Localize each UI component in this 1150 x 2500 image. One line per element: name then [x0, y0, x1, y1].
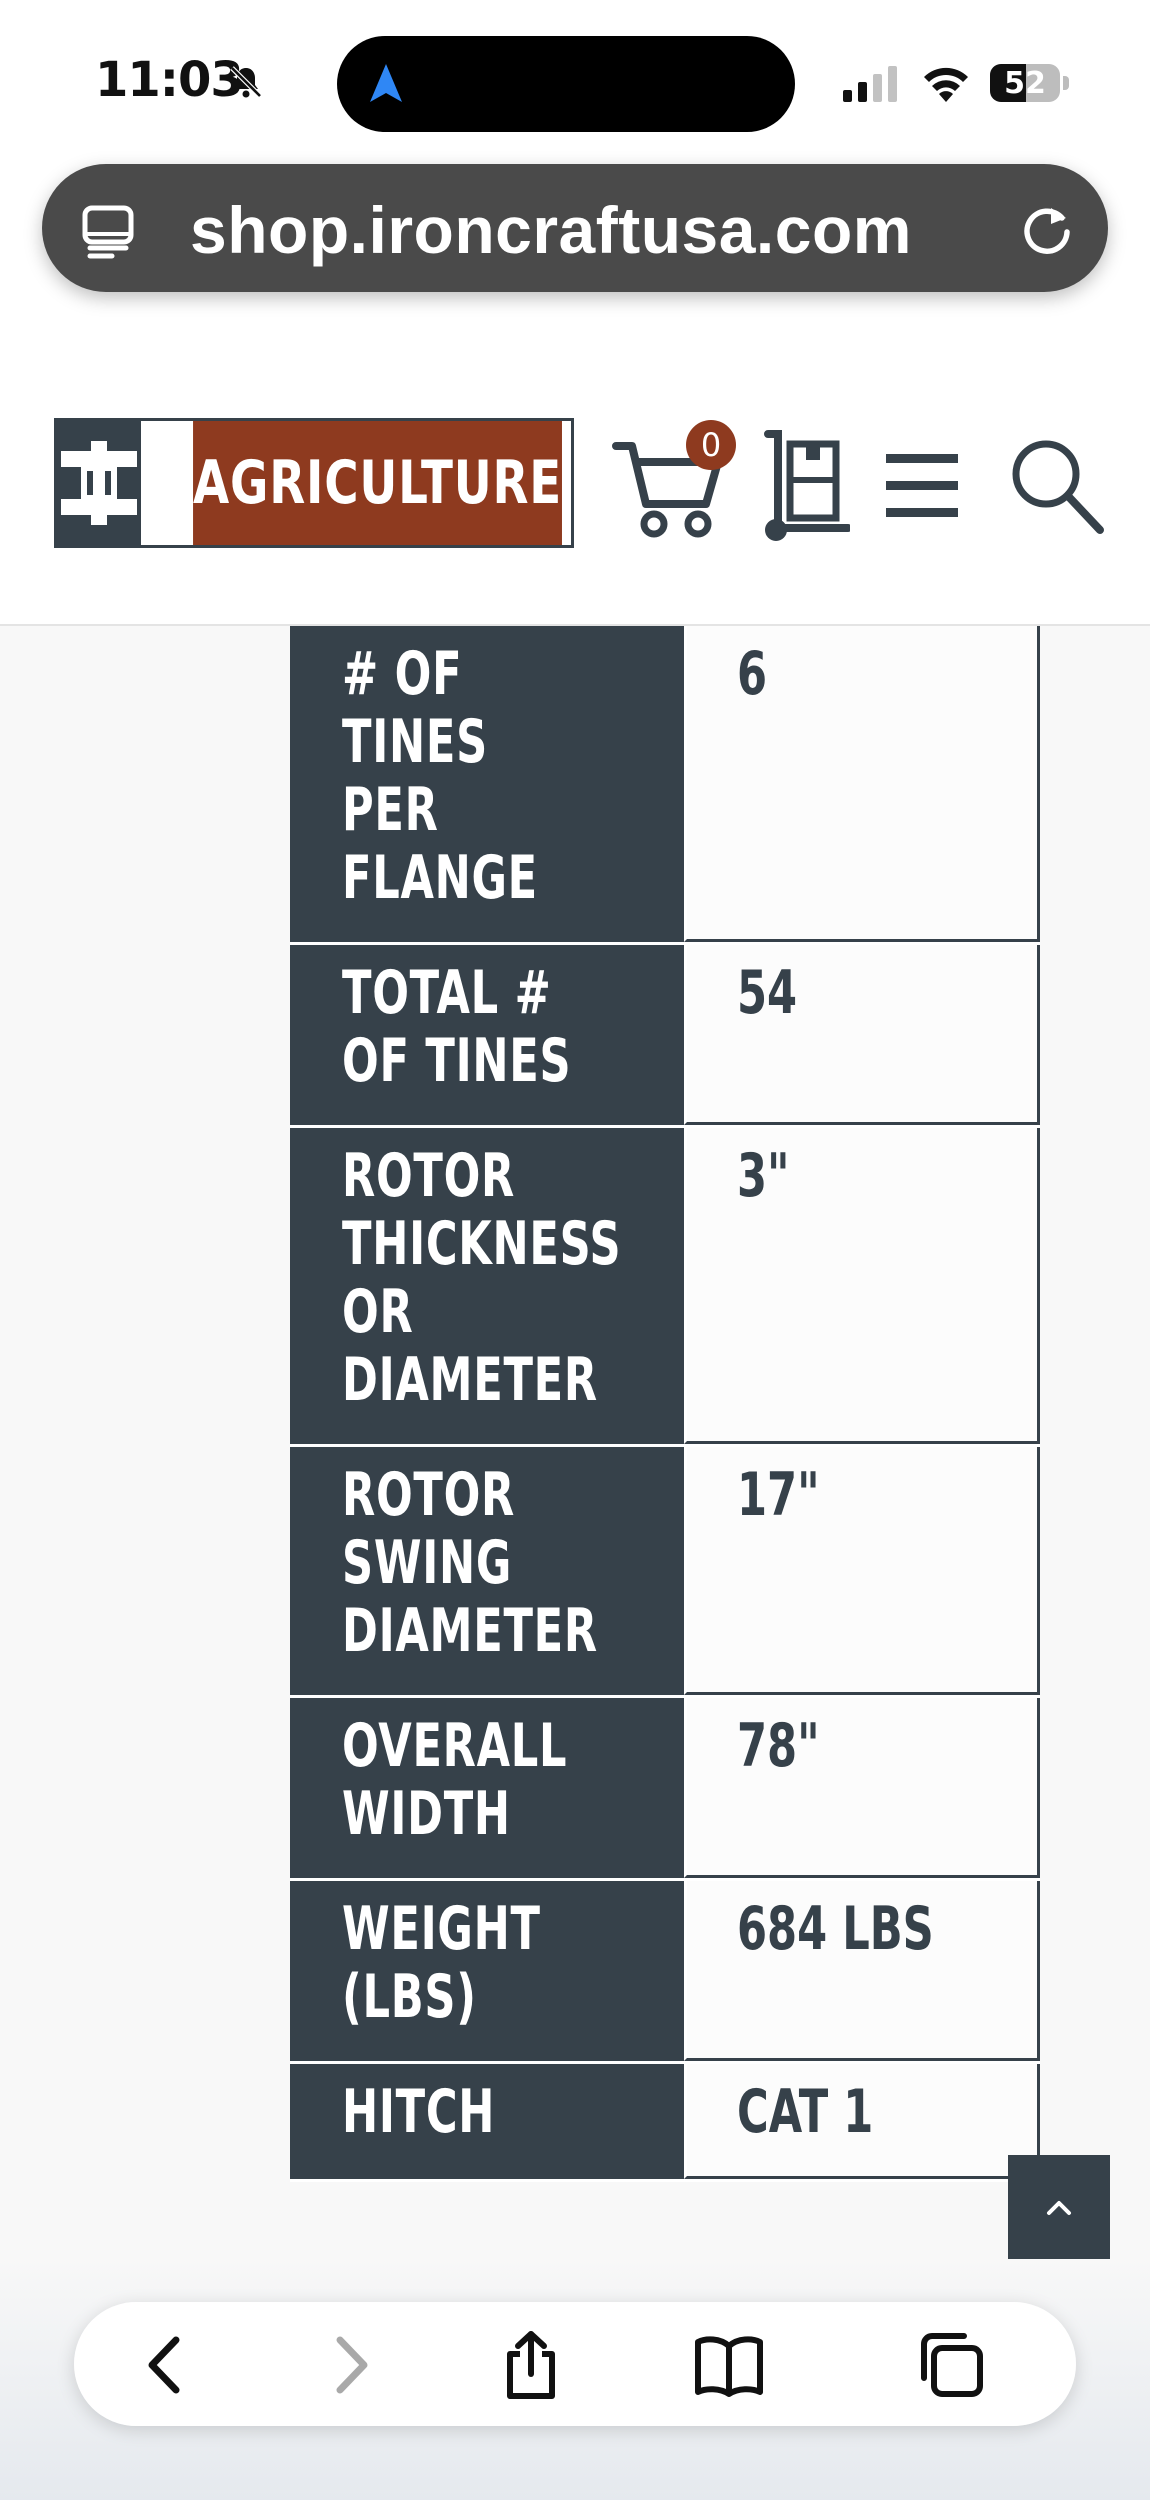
status-time: 11:03 [95, 52, 244, 108]
bookmarks-icon[interactable] [694, 2330, 764, 2400]
ic-logo-mark [57, 421, 141, 545]
scroll-to-top-button[interactable] [1008, 2155, 1110, 2259]
spec-row: WEIGHT (LBS) 684 LBS [290, 1881, 1040, 2064]
menu-icon[interactable] [882, 446, 962, 526]
address-bar[interactable]: shop.ironcraftusa.com [42, 164, 1108, 292]
spec-row: HITCH CAT 1 [290, 2064, 1040, 2182]
share-icon[interactable] [496, 2330, 566, 2400]
spec-table: # OF TINES PER FLANGE 6 TOTAL # OF TINES… [290, 626, 1040, 2182]
chevron-up-icon [1047, 2201, 1071, 2215]
spec-label: ROTOR SWING DIAMETER [290, 1447, 684, 1695]
page-menu-icon[interactable] [82, 204, 138, 260]
wifi-icon [924, 67, 968, 102]
bell-slash-icon [230, 66, 262, 98]
tabs-icon[interactable] [916, 2330, 986, 2400]
spec-value: 54 [684, 945, 1040, 1125]
site-logo[interactable]: AGRICULTURE [54, 418, 574, 548]
forward-icon[interactable] [314, 2330, 384, 2400]
spec-value: CAT 1 [684, 2064, 1040, 2179]
spec-value: 6 [684, 626, 1040, 942]
url-text[interactable]: shop.ironcraftusa.com [190, 192, 912, 268]
spec-label: HITCH [290, 2064, 684, 2179]
reload-icon[interactable] [1018, 200, 1076, 258]
cart-count-badge: 0 [686, 420, 736, 470]
spec-label: ROTOR THICKNESS OR DIAMETER [290, 1128, 684, 1444]
battery-icon: 52 [990, 64, 1072, 104]
logo-text: AGRICULTURE [193, 421, 563, 545]
dolly-icon[interactable] [762, 430, 850, 544]
location-arrow-icon [370, 64, 402, 102]
spec-label: TOTAL # OF TINES [290, 945, 684, 1125]
spec-label: OVERALL WIDTH [290, 1698, 684, 1878]
spec-label: WEIGHT (LBS) [290, 1881, 684, 2061]
browser-toolbar [74, 2302, 1076, 2426]
spec-label: # OF TINES PER FLANGE [290, 626, 684, 942]
dynamic-island [337, 36, 795, 132]
product-specs-section: # OF TINES PER FLANGE 6 TOTAL # OF TINES… [0, 626, 1150, 2500]
spec-row: ROTOR THICKNESS OR DIAMETER 3" [290, 1128, 1040, 1447]
back-icon[interactable] [132, 2330, 202, 2400]
spec-value: 17" [684, 1447, 1040, 1695]
spec-value: 78" [684, 1698, 1040, 1878]
site-header: AGRICULTURE 0 [0, 330, 1150, 626]
battery-percent: 52 [1004, 66, 1046, 101]
search-icon[interactable] [1006, 430, 1106, 540]
status-bar: 11:03 52 [0, 0, 1150, 150]
spec-row: # OF TINES PER FLANGE 6 [290, 626, 1040, 945]
spec-row: OVERALL WIDTH 78" [290, 1698, 1040, 1881]
signal-icon [843, 66, 897, 102]
spec-row: TOTAL # OF TINES 54 [290, 945, 1040, 1128]
spec-value: 684 LBS [684, 1881, 1040, 2061]
spec-value: 3" [684, 1128, 1040, 1444]
spec-row: ROTOR SWING DIAMETER 17" [290, 1447, 1040, 1698]
